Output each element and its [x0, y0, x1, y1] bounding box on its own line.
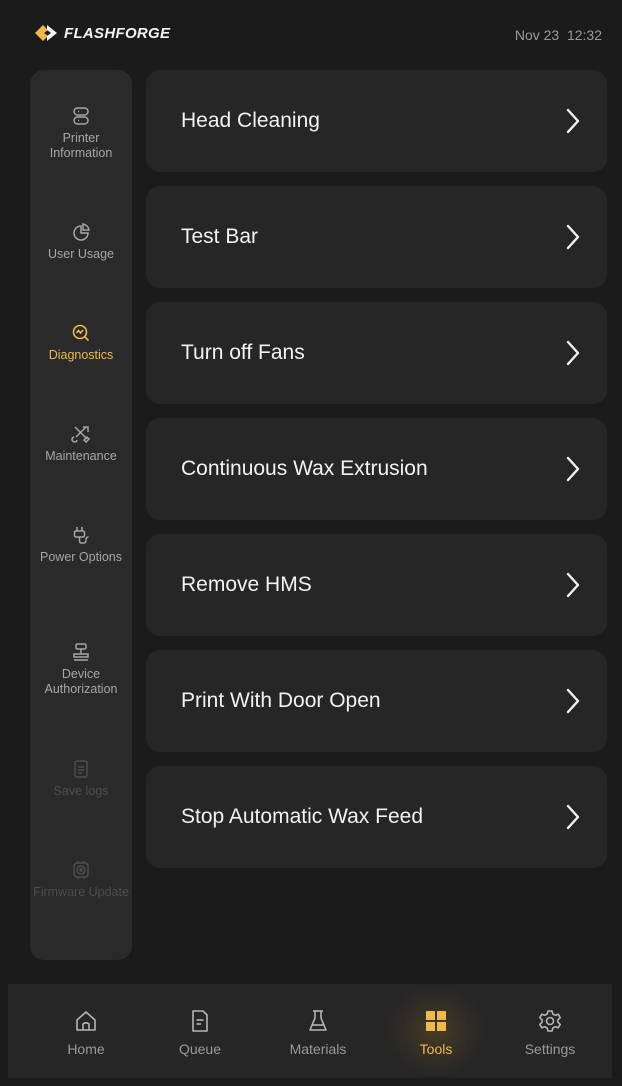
date-time: Nov 23 12:32 — [514, 27, 602, 43]
menu-item-head-cleaning[interactable]: Head Cleaning — [146, 70, 607, 172]
server-icon — [73, 107, 89, 125]
nav-tab-queue[interactable]: Queue — [150, 984, 250, 1078]
menu-item-label: Stop Automatic Wax Feed — [181, 805, 424, 828]
flashforge-logo-icon — [35, 25, 57, 41]
sidebar-item-label: Diagnostics — [48, 348, 114, 362]
menu-item-stop-automatic-wax-feed[interactable]: Stop Automatic Wax Feed — [146, 766, 607, 868]
brand-name: FLASHFORGE — [64, 24, 171, 42]
menu-item-label: Test Bar — [181, 225, 259, 248]
menu-item-continuous-wax-extrusion[interactable]: Continuous Wax Extrusion — [146, 418, 607, 520]
authorization-icon — [73, 643, 89, 661]
nav-tab-home[interactable]: Home — [36, 984, 136, 1078]
bottom-nav: Home Queue Materials Tools Settings — [8, 984, 612, 1078]
gear-icon — [539, 1010, 561, 1032]
chevron-right-icon — [566, 224, 580, 250]
sidebar-item-label: Printer Information — [49, 131, 113, 160]
menu-item-print-with-door-open[interactable]: Print With Door Open — [146, 650, 607, 752]
nav-tab-label: Materials — [289, 1041, 347, 1057]
sidebar-item-diagnostics[interactable]: Diagnostics — [30, 323, 132, 363]
menu-item-turn-off-fans[interactable]: Turn off Fans — [146, 302, 607, 404]
sidebar-item-user-usage[interactable]: User Usage — [30, 222, 132, 262]
menu-item-label: Turn off Fans — [181, 341, 305, 364]
sidebar-item-maintenance[interactable]: Maintenance — [30, 424, 132, 464]
sidebar-item-save-logs[interactable]: Save logs — [30, 759, 132, 799]
queue-icon — [192, 1010, 208, 1032]
chevron-right-icon — [566, 340, 580, 366]
sidebar-item-label: Maintenance — [45, 449, 117, 463]
sidebar-item-label: Power Options — [40, 550, 122, 564]
sidebar-item-label: User Usage — [48, 247, 114, 261]
brand-logo: FLASHFORGE — [34, 24, 170, 42]
chevron-right-icon — [566, 572, 580, 598]
menu-item-label: Remove HMS — [181, 573, 312, 596]
screen: FLASHFORGE Nov 23 12:32 Printer Informat… — [8, 8, 612, 1078]
nav-tab-materials[interactable]: Materials — [268, 984, 368, 1078]
tools-icon — [71, 426, 91, 444]
plug-icon — [73, 527, 89, 544]
sidebar-item-device-authorization[interactable]: Device Authorization — [30, 642, 132, 697]
sidebar-item-firmware-update[interactable]: Firmware Update — [30, 860, 132, 900]
chevron-right-icon — [566, 688, 580, 714]
flask-icon — [309, 1010, 327, 1031]
menu-item-label: Continuous Wax Extrusion — [181, 457, 428, 480]
nav-tab-label: Queue — [178, 1041, 222, 1057]
sidebar-item-label: Device Authorization — [44, 667, 118, 696]
grid-icon — [426, 1011, 446, 1031]
chevron-right-icon — [566, 804, 580, 830]
nav-tab-label: Home — [67, 1041, 105, 1057]
menu-item-test-bar[interactable]: Test Bar — [146, 186, 607, 288]
menu-item-label: Head Cleaning — [181, 109, 320, 132]
sidebar-item-printer-information[interactable]: Printer Information — [30, 106, 132, 161]
diagnostics-icon — [72, 324, 90, 342]
nav-tab-label: Tools — [419, 1041, 453, 1057]
menu-item-label: Print With Door Open — [181, 689, 381, 712]
sidebar-item-label: Firmware Update — [33, 885, 129, 899]
chevron-right-icon — [566, 456, 580, 482]
nav-tab-label: Settings — [524, 1041, 576, 1057]
chevron-right-icon — [566, 108, 580, 134]
document-icon — [74, 760, 88, 778]
upload-chip-icon — [73, 861, 89, 879]
nav-tab-tools[interactable]: Tools — [386, 984, 486, 1078]
sidebar: Printer Information User Usage Diagnosti… — [30, 70, 132, 960]
sidebar-item-power-options[interactable]: Power Options — [30, 525, 132, 565]
nav-tab-settings[interactable]: Settings — [500, 984, 600, 1078]
pie-chart-icon — [73, 223, 90, 241]
sidebar-item-label: Save logs — [53, 784, 109, 798]
menu-item-remove-hms[interactable]: Remove HMS — [146, 534, 607, 636]
status-bar: FLASHFORGE Nov 23 12:32 — [8, 8, 612, 60]
home-icon — [76, 1011, 96, 1031]
